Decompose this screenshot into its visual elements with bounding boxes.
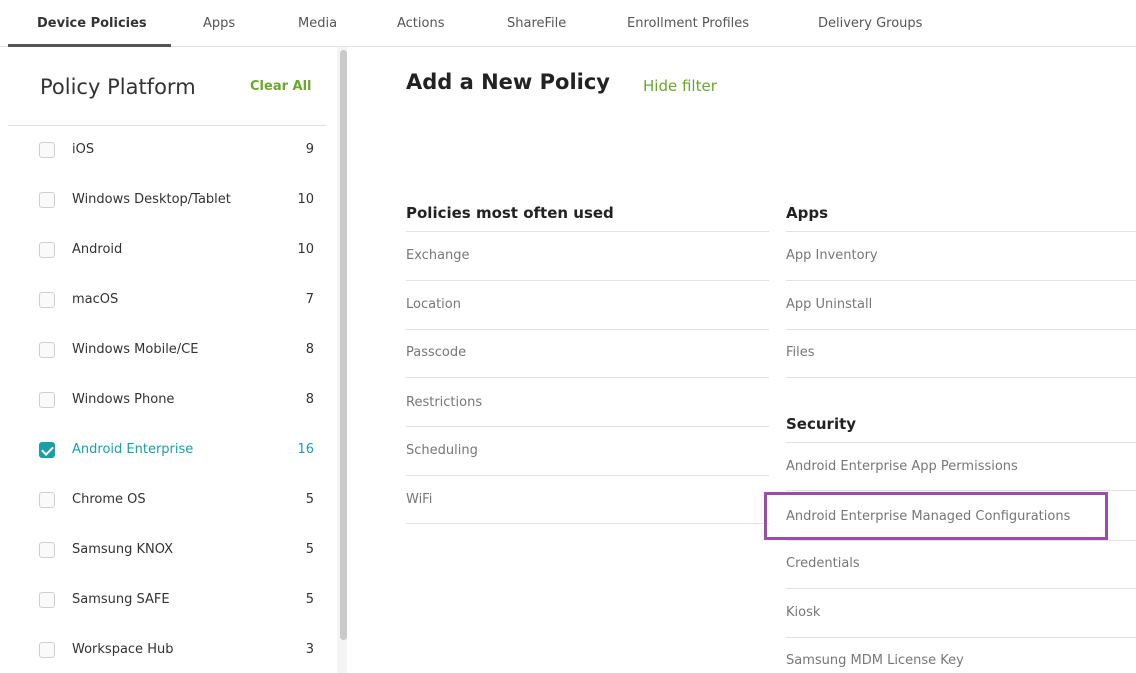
policy-link-ae-app-permissions[interactable]: Android Enterprise App Permissions xyxy=(786,459,1018,474)
divider xyxy=(406,475,769,476)
platform-count: 5 xyxy=(305,542,314,557)
hide-filter-link[interactable]: Hide filter xyxy=(643,77,717,95)
divider xyxy=(406,426,769,427)
policy-link-credentials[interactable]: Credentials xyxy=(786,556,860,571)
policy-link-location[interactable]: Location xyxy=(406,297,461,312)
policy-link-app-uninstall[interactable]: App Uninstall xyxy=(786,297,872,312)
platform-row-samsung-safe[interactable]: Samsung SAFE 5 xyxy=(0,592,330,632)
platform-label: Android Enterprise xyxy=(72,442,194,457)
filter-title: Policy Platform xyxy=(40,75,196,99)
divider xyxy=(786,231,1136,232)
platform-count: 5 xyxy=(305,592,314,607)
platform-row-android-enterprise[interactable]: Android Enterprise 16 xyxy=(0,442,330,482)
platform-label: Samsung SAFE xyxy=(72,592,170,607)
checkbox[interactable] xyxy=(39,192,55,208)
divider xyxy=(406,329,769,330)
checkbox[interactable] xyxy=(39,342,55,358)
checkbox[interactable] xyxy=(39,642,55,658)
apps-heading: Apps xyxy=(786,204,829,222)
divider xyxy=(786,442,1136,443)
checkbox[interactable] xyxy=(39,242,55,258)
checkbox[interactable] xyxy=(39,142,55,158)
platform-count: 9 xyxy=(305,142,314,157)
platform-row-windows-desktop-tablet[interactable]: Windows Desktop/Tablet 10 xyxy=(0,192,330,232)
divider xyxy=(786,280,1136,281)
platform-label: Windows Desktop/Tablet xyxy=(72,192,231,207)
filter-divider xyxy=(8,125,326,126)
divider xyxy=(406,280,769,281)
platform-label: Workspace Hub xyxy=(72,642,174,657)
platform-label: Windows Mobile/CE xyxy=(72,342,199,357)
filter-scrollbar-thumb[interactable] xyxy=(340,50,347,640)
policy-link-restrictions[interactable]: Restrictions xyxy=(406,395,482,410)
divider xyxy=(786,540,1136,541)
platform-label: Chrome OS xyxy=(72,492,146,507)
divider xyxy=(786,490,1136,491)
policy-link-passcode[interactable]: Passcode xyxy=(406,345,466,360)
top-tab-bar: Device Policies Apps Media Actions Share… xyxy=(0,0,1136,47)
checkbox-checked[interactable] xyxy=(39,442,55,458)
policy-link-exchange[interactable]: Exchange xyxy=(406,248,470,263)
platform-label: Windows Phone xyxy=(72,392,175,407)
checkbox[interactable] xyxy=(39,592,55,608)
tab-media[interactable]: Media xyxy=(298,16,337,31)
platform-row-ios[interactable]: iOS 9 xyxy=(0,142,330,182)
policy-link-files[interactable]: Files xyxy=(786,345,815,360)
platform-count: 16 xyxy=(297,442,314,457)
platform-label: Samsung KNOX xyxy=(72,542,174,557)
platform-row-samsung-knox[interactable]: Samsung KNOX 5 xyxy=(0,542,330,582)
page-title: Add a New Policy xyxy=(406,70,610,94)
platform-row-android[interactable]: Android 10 xyxy=(0,242,330,282)
divider xyxy=(406,231,769,232)
platform-row-workspace-hub[interactable]: Workspace Hub 3 xyxy=(0,642,330,673)
clear-all-button[interactable]: Clear All xyxy=(250,79,312,94)
tab-enrollment-profiles[interactable]: Enrollment Profiles xyxy=(627,16,749,31)
platform-row-windows-phone[interactable]: Windows Phone 8 xyxy=(0,392,330,432)
divider xyxy=(786,377,1136,378)
platform-label: Android xyxy=(72,242,123,257)
platform-count: 3 xyxy=(305,642,314,657)
platform-label: iOS xyxy=(72,142,95,157)
divider xyxy=(406,377,769,378)
checkbox[interactable] xyxy=(39,292,55,308)
divider xyxy=(406,523,769,524)
active-tab-indicator xyxy=(8,44,171,47)
tab-apps[interactable]: Apps xyxy=(203,16,235,31)
platform-row-macos[interactable]: macOS 7 xyxy=(0,292,330,332)
checkbox[interactable] xyxy=(39,392,55,408)
tab-delivery-groups[interactable]: Delivery Groups xyxy=(818,16,922,31)
checkbox[interactable] xyxy=(39,542,55,558)
policy-link-kiosk[interactable]: Kiosk xyxy=(786,605,820,620)
policy-link-app-inventory[interactable]: App Inventory xyxy=(786,248,878,263)
divider xyxy=(786,637,1136,638)
policy-link-wifi[interactable]: WiFi xyxy=(406,492,432,507)
checkbox[interactable] xyxy=(39,492,55,508)
tab-device-policies[interactable]: Device Policies xyxy=(37,16,147,31)
divider xyxy=(786,329,1136,330)
platform-row-windows-mobile-ce[interactable]: Windows Mobile/CE 8 xyxy=(0,342,330,382)
divider xyxy=(786,588,1136,589)
platform-row-chrome-os[interactable]: Chrome OS 5 xyxy=(0,492,330,532)
platform-count: 10 xyxy=(297,242,314,257)
platform-label: macOS xyxy=(72,292,119,307)
platform-count: 8 xyxy=(305,392,314,407)
policy-link-samsung-mdm-license-key[interactable]: Samsung MDM License Key xyxy=(786,653,964,668)
policy-link-scheduling[interactable]: Scheduling xyxy=(406,443,478,458)
platform-count: 7 xyxy=(305,292,314,307)
most-used-heading: Policies most often used xyxy=(406,204,614,222)
platform-count: 10 xyxy=(297,192,314,207)
security-heading: Security xyxy=(786,415,857,433)
platform-count: 5 xyxy=(305,492,314,507)
platform-count: 8 xyxy=(305,342,314,357)
highlight-annotation-box xyxy=(764,492,1108,540)
tab-actions[interactable]: Actions xyxy=(397,16,445,31)
tab-sharefile[interactable]: ShareFile xyxy=(507,16,566,31)
